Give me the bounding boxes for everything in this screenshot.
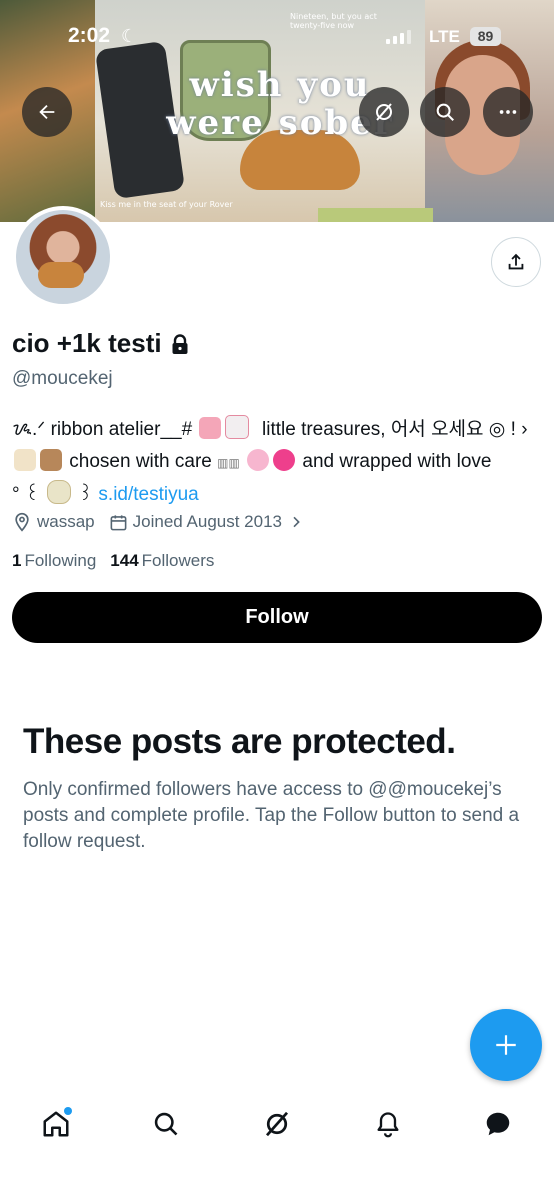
tab-grok[interactable] [259, 1106, 295, 1142]
love-letter-emoji-icon [225, 415, 250, 439]
lock-icon [172, 333, 188, 354]
profile-name: cio +1k testi [12, 328, 162, 358]
profile-bio: ᝰ.ᐟ ribbon atelier__# little treasures, … [12, 414, 552, 511]
signal-icon [386, 28, 411, 44]
search-icon [436, 103, 454, 121]
moon-icon: ☾ [121, 26, 138, 46]
joined-item[interactable]: Joined August 2013 [109, 512, 309, 532]
bio-text: ᝰ.ᐟ ribbon atelier__# [12, 419, 193, 440]
follow-button[interactable]: Follow [12, 592, 542, 643]
grok-icon [265, 1111, 289, 1137]
ribbon-emoji-icon [199, 417, 222, 439]
avatar[interactable] [12, 206, 114, 308]
followers-link[interactable]: 144 Followers [110, 551, 214, 571]
bottom-tab-bar [0, 1090, 554, 1160]
bio-text: chosen with care [69, 451, 212, 472]
status-time: 2:02 [68, 24, 111, 47]
chat-icon [486, 1112, 510, 1136]
bell-icon [377, 1112, 399, 1138]
baby-bottle-emoji-icon [14, 449, 36, 471]
joined-text: Joined August 2013 [132, 512, 282, 531]
following-label: Following [24, 551, 97, 570]
following-link[interactable]: 1 Following [12, 551, 96, 571]
battery-icon: 89 [470, 27, 501, 46]
share-icon [508, 253, 524, 270]
more-button[interactable] [483, 87, 533, 137]
back-button[interactable] [22, 87, 72, 137]
blossom-emoji-icon [247, 449, 270, 471]
location-item: wassap [12, 512, 95, 532]
grid-glyph-icon: ▥▥ [217, 456, 240, 470]
search-button[interactable] [420, 87, 470, 137]
avatar-photo-detail [38, 262, 84, 288]
protected-title: These posts are protected. [23, 722, 456, 761]
profile-name-row: cio +1k testi [12, 328, 190, 359]
mirror-emoji-icon [47, 480, 72, 504]
bio-text: ° ꒰ [12, 484, 40, 505]
bio-text: little treasures, 어서 오세요 ◎ ! › [262, 419, 528, 440]
arrow-left-icon [39, 104, 55, 120]
location-text: wassap [37, 512, 95, 531]
tab-home[interactable] [38, 1106, 74, 1142]
tab-messages[interactable] [480, 1106, 516, 1142]
tab-notifications[interactable] [370, 1106, 406, 1142]
followers-count: 144 [110, 551, 139, 570]
more-icon [499, 110, 517, 114]
status-bar: 2:02 ☾ LTE 89 [0, 22, 554, 52]
profile-meta: wassap Joined August 2013 [12, 512, 323, 532]
protected-description: Only confirmed followers have access to … [23, 779, 520, 852]
share-button[interactable] [491, 237, 541, 287]
follow-counts: 1 Following 144 Followers [12, 551, 228, 571]
calendar-icon [110, 514, 127, 530]
grok-icon [376, 103, 392, 121]
search-icon [154, 1112, 178, 1136]
profile-handle: @moucekej [12, 368, 113, 389]
network-label: LTE [429, 27, 460, 46]
location-pin-icon [15, 512, 29, 532]
bio-text: and wrapped with love [302, 451, 492, 472]
grok-button[interactable] [359, 87, 409, 137]
following-count: 1 [12, 551, 22, 570]
basket-emoji-icon [40, 449, 62, 471]
bio-link[interactable]: s.id/testiyua [98, 484, 198, 505]
pink-heart-emoji-icon [273, 449, 296, 471]
banner-stripe [318, 208, 433, 222]
compose-button[interactable] [470, 1009, 542, 1081]
plus-icon [496, 1035, 516, 1055]
home-notification-dot [64, 1107, 72, 1115]
bio-text: ꒱ [78, 484, 94, 505]
followers-label: Followers [141, 551, 215, 570]
chevron-right-icon [293, 516, 300, 528]
banner-note-bottom: Kiss me in the seat of your Rover [100, 200, 233, 209]
tab-search[interactable] [148, 1106, 184, 1142]
